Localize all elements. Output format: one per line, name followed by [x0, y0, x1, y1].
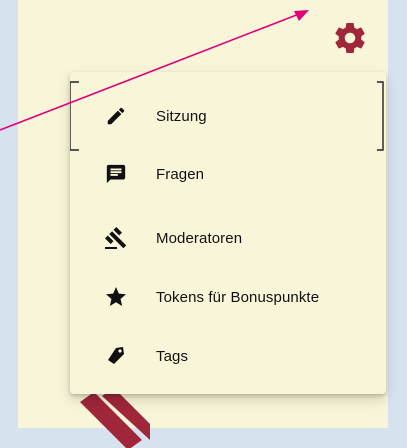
menu-item-label: Tags	[156, 347, 189, 365]
menu-item-fragen[interactable]: Fragen	[70, 146, 386, 202]
settings-menu: Sitzung Fragen Moderatoren Tokens für Bo…	[70, 72, 386, 394]
menu-item-label: Moderatoren	[156, 229, 243, 247]
menu-item-tokens[interactable]: Tokens für Bonuspunkte	[70, 269, 386, 325]
menu-item-tags[interactable]: Tags	[70, 328, 386, 384]
chat-bubble-icon	[104, 162, 128, 186]
menu-item-moderatoren[interactable]: Moderatoren	[70, 210, 386, 266]
star-icon	[104, 285, 128, 309]
settings-button[interactable]	[330, 18, 370, 58]
gear-icon	[335, 23, 365, 53]
menu-item-label: Sitzung	[156, 107, 207, 125]
pencil-icon	[104, 104, 128, 128]
decorative-stripes-icon	[80, 388, 150, 448]
menu-item-label: Tokens für Bonuspunkte	[156, 288, 320, 306]
menu-item-sitzung[interactable]: Sitzung	[70, 88, 386, 144]
tag-icon	[104, 344, 128, 368]
menu-item-label: Fragen	[156, 165, 205, 183]
gavel-icon	[104, 226, 128, 250]
